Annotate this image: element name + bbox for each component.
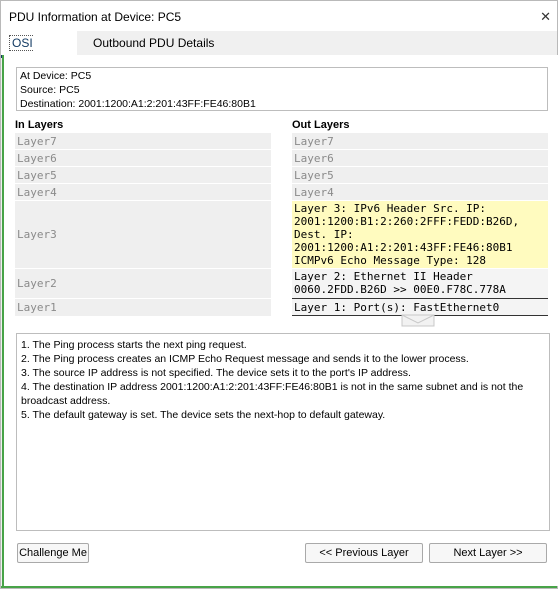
in-layer-3[interactable]: Layer3: [15, 201, 271, 269]
out-layer-4[interactable]: Layer4: [292, 184, 548, 201]
challenge-me-button[interactable]: Challenge Me: [17, 543, 89, 563]
tab-outbound-pdu-details[interactable]: Outbound PDU Details: [85, 31, 222, 55]
window-bottom-border: [1, 586, 557, 588]
device-line: At Device: PC5: [20, 70, 92, 82]
out-layer-3-line: ICMPv6 Echo Message Type: 128: [294, 254, 487, 267]
osi-model-panel: At Device: PC5 Source: PC5 Destination: …: [2, 55, 558, 586]
destination-line: Destination: 2001:1200:A1:2:201:43FF:FE4…: [20, 98, 256, 110]
out-layer-2-line: 0060.2FDD.B26D >> 00E0.F78C.778A: [294, 283, 506, 296]
window-title: PDU Information at Device: PC5: [9, 10, 182, 24]
in-layer-2[interactable]: Layer2: [15, 269, 271, 299]
out-layer-3-line: 2001:1200:B1:2:260:2FFF:FEDD:B26D,: [294, 215, 520, 228]
step-line: 1. The Ping process starts the next ping…: [21, 339, 247, 351]
tab-bar: OSI Model Outbound PDU Details: [1, 31, 557, 75]
out-layer-3-text: Layer 3: IPv6 Header Src. IP: 2001:1200:…: [294, 202, 548, 267]
step-line: 2. The Ping process creates an ICMP Echo…: [21, 353, 469, 365]
in-layer-4[interactable]: Layer4: [15, 184, 271, 201]
out-layer-5[interactable]: Layer5: [292, 167, 548, 184]
out-layers-title: Out Layers: [292, 119, 350, 131]
close-icon[interactable]: ✕: [540, 9, 551, 25]
step-line: 4. The destination IP address 2001:1200:…: [21, 381, 524, 407]
out-layer-3[interactable]: Layer 3: IPv6 Header Src. IP: 2001:1200:…: [292, 201, 548, 269]
pdu-information-window: PDU Information at Device: PC5 ✕ OSI Mod…: [0, 0, 558, 589]
source-line: Source: PC5: [20, 84, 80, 96]
out-layer-3-line: 2001:1200:A1:2:201:43FF:FE46:80B1: [294, 241, 513, 254]
out-layer-3-line: Layer 3: IPv6 Header Src. IP:: [294, 202, 487, 215]
in-layer-7[interactable]: Layer7: [15, 133, 271, 150]
pdu-envelope-icon: [401, 314, 435, 327]
previous-layer-button[interactable]: << Previous Layer: [305, 543, 423, 563]
step-line: 5. The default gateway is set. The devic…: [21, 409, 386, 421]
next-layer-button[interactable]: Next Layer >>: [429, 543, 547, 563]
out-layer-6[interactable]: Layer6: [292, 150, 548, 167]
in-layer-5[interactable]: Layer5: [15, 167, 271, 184]
in-layers-title: In Layers: [15, 119, 64, 131]
process-steps-box: 1. The Ping process starts the next ping…: [16, 333, 550, 531]
tab-osi-model[interactable]: OSI Model: [1, 31, 77, 75]
in-layer-6[interactable]: Layer6: [15, 150, 271, 167]
in-layer-1[interactable]: Layer1: [15, 299, 271, 317]
device-info-box: At Device: PC5 Source: PC5 Destination: …: [16, 67, 548, 111]
out-layer-3-line: Dest. IP:: [294, 228, 354, 241]
step-line: 3. The source IP address is not specifie…: [21, 367, 411, 379]
out-layer-2-line: Layer 2: Ethernet II Header: [294, 270, 473, 283]
out-layer-2[interactable]: Layer 2: Ethernet II Header 0060.2FDD.B2…: [292, 269, 548, 299]
out-layer-7[interactable]: Layer7: [292, 133, 548, 150]
title-bar: PDU Information at Device: PC5 ✕: [1, 1, 557, 31]
